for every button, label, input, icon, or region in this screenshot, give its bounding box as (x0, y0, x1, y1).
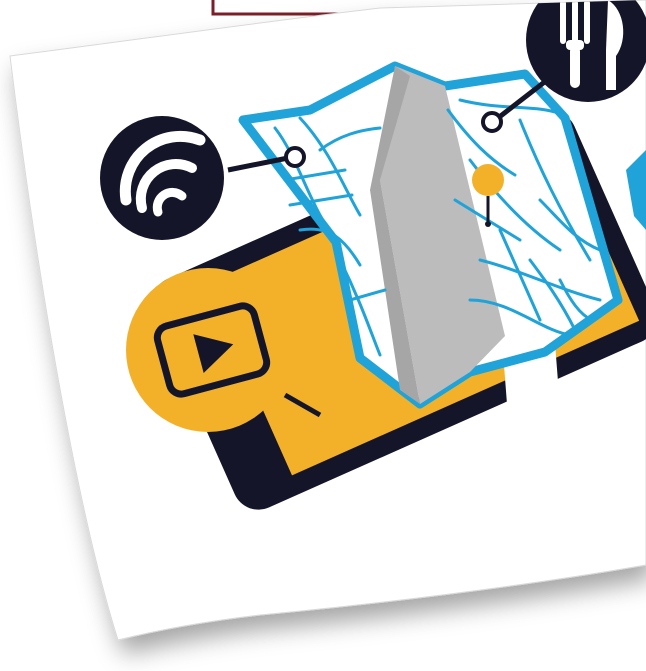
mobile-travel-illustration (9, 0, 646, 641)
wifi-icon (100, 116, 224, 240)
illustration-canvas (0, 0, 646, 671)
